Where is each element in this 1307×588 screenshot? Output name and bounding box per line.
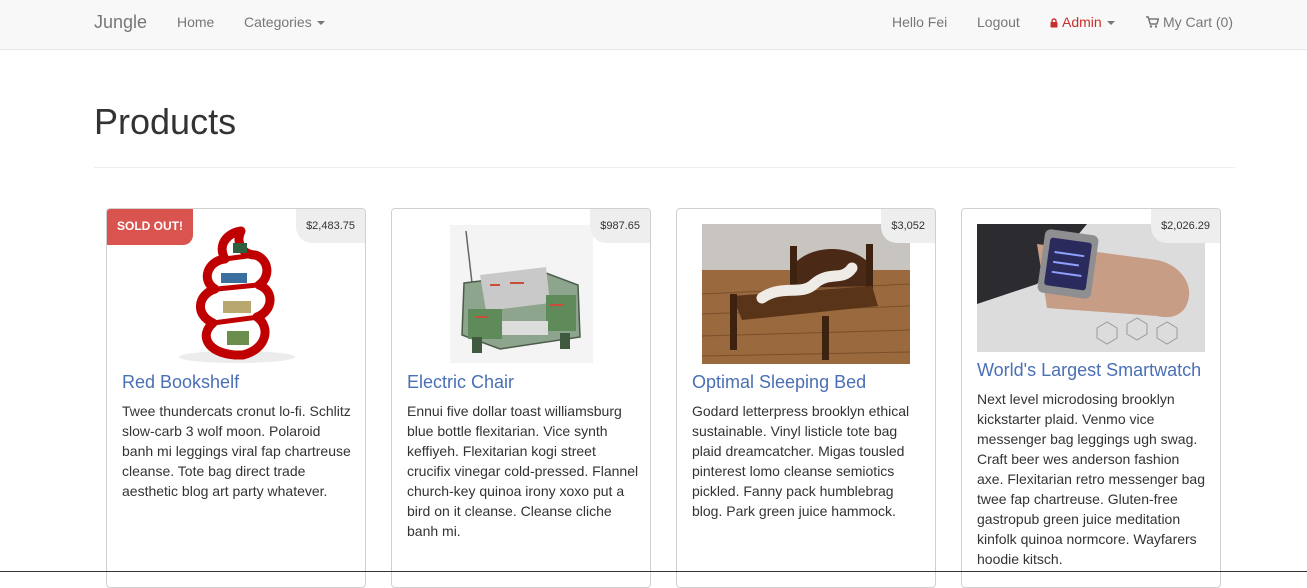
product-card: $2,026.29 World's Largest Smartwatch Nex…	[961, 208, 1221, 588]
nav-home-link[interactable]: Home	[177, 0, 214, 50]
logout-link[interactable]: Logout	[977, 0, 1020, 50]
product-name-link[interactable]: Optimal Sleeping Bed	[692, 372, 866, 393]
price-badge: $3,052	[881, 209, 935, 243]
product-description: Next level microdosing brooklyn kickstar…	[977, 391, 1205, 567]
admin-dropdown[interactable]: Admin	[1050, 0, 1115, 50]
brand-link[interactable]: Jungle	[94, 0, 147, 50]
product-image-red-bookshelf[interactable]	[177, 225, 297, 365]
page-title: Products	[94, 101, 237, 142]
product-name-link[interactable]: Red Bookshelf	[122, 372, 239, 393]
product-description: Ennui five dollar toast williamsburg blu…	[407, 403, 639, 539]
sold-out-badge: SOLD OUT!	[107, 209, 193, 245]
categories-dropdown[interactable]: Categories	[244, 0, 325, 50]
title-divider	[94, 167, 1235, 168]
product-card: SOLD OUT! $2,483.75 Red Bookshelf Twee t…	[106, 208, 366, 588]
product-description: Godard letterpress brooklyn ethical sust…	[692, 403, 910, 519]
lock-icon	[1050, 18, 1058, 28]
product-image-electric-chair[interactable]	[450, 225, 593, 363]
navbar: Jungle Home Categories Hello Fei Logout …	[0, 0, 1307, 50]
product-image-optimal-sleeping-bed[interactable]	[702, 224, 910, 364]
product-description: Twee thundercats cronut lo-fi. Schlitz s…	[122, 403, 351, 499]
product-name-link[interactable]: Electric Chair	[407, 372, 514, 393]
cart-link[interactable]: My Cart (0)	[1146, 0, 1233, 50]
categories-label: Categories	[244, 14, 312, 30]
cart-icon	[1146, 16, 1159, 28]
cart-label: My Cart (0)	[1163, 14, 1233, 30]
price-badge: $2,483.75	[296, 209, 365, 243]
chevron-down-icon	[1106, 21, 1115, 26]
product-name-link[interactable]: World's Largest Smartwatch	[977, 360, 1201, 381]
product-card: $987.65 Electric Chair Ennui five dollar…	[391, 208, 651, 588]
admin-label: Admin	[1062, 14, 1102, 30]
chevron-down-icon	[316, 21, 325, 26]
price-badge: $2,026.29	[1151, 209, 1220, 243]
greeting-text: Hello Fei	[892, 14, 948, 30]
price-badge: $987.65	[590, 209, 650, 243]
product-card: $3,052 Optimal Sleeping Bed Godard lette…	[676, 208, 936, 588]
product-image-worlds-largest-smartwatch[interactable]	[977, 224, 1205, 352]
